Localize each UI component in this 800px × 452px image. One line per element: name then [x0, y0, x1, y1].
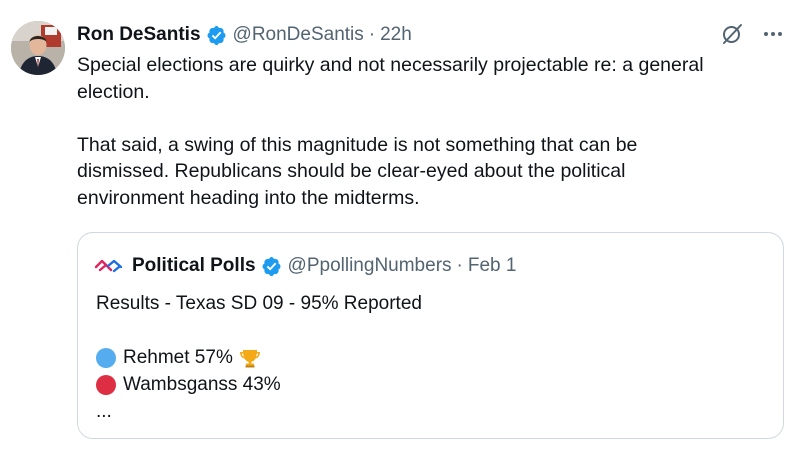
tweet-text-line: environment heading into the midterms.	[77, 186, 420, 209]
separator-dot: ·	[368, 24, 376, 45]
quote-author-handle[interactable]: @PpollingNumbers	[288, 255, 452, 277]
quote-date[interactable]: Feb 1	[468, 255, 517, 277]
tweet-time[interactable]: 22h	[380, 24, 412, 46]
result-line-wambsganss: Wambsganss 43%	[96, 371, 422, 398]
more-dots-icon[interactable]	[762, 23, 784, 45]
quote-text: Results - Texas SD 09 - 95% Reported Reh…	[96, 290, 422, 425]
author-avatar[interactable]	[11, 21, 65, 75]
quoted-tweet[interactable]: Political Polls @PpollingNumbers · Feb 1…	[77, 232, 784, 439]
quote-header: Political Polls @PpollingNumbers · Feb 1	[94, 255, 516, 277]
result-label: Rehmet 57%	[123, 347, 233, 368]
separator-dot: ·	[456, 255, 463, 276]
verified-badge-icon	[207, 25, 226, 45]
red-circle-icon	[96, 374, 116, 395]
tweet-text-line: election.	[77, 80, 150, 103]
person-portrait-icon	[11, 21, 65, 75]
tweet-text-line: Special elections are quirky and not nec…	[77, 54, 704, 76]
tweet-text: Special elections are quirky and not nec…	[77, 52, 777, 211]
tweet: Ron DeSantis @RonDeSantis · 22h Special …	[0, 0, 800, 452]
tweet-header: Ron DeSantis @RonDeSantis · 22h	[77, 22, 412, 48]
author-handle[interactable]: @RonDeSantis	[233, 24, 364, 46]
verified-badge-icon	[262, 256, 281, 276]
trophy-icon	[239, 349, 260, 367]
quote-author-name[interactable]: Political Polls	[132, 255, 256, 277]
political-polls-logo-icon	[94, 259, 123, 273]
quote-title: Results - Texas SD 09 - 95% Reported	[96, 293, 422, 314]
tweet-text-line: That said, a swing of this magnitude is …	[77, 133, 638, 156]
slash-circle-icon[interactable]	[720, 22, 744, 46]
result-label: Wambsganss 43%	[123, 374, 281, 395]
result-line-rehmet: Rehmet 57%	[96, 344, 422, 371]
tweet-text-line: dismissed. Republicans should be clear-e…	[77, 160, 626, 182]
tweet-actions	[720, 22, 784, 46]
quote-ellipsis: ...	[96, 401, 112, 422]
blue-circle-icon	[96, 347, 116, 368]
author-name[interactable]: Ron DeSantis	[77, 24, 201, 46]
